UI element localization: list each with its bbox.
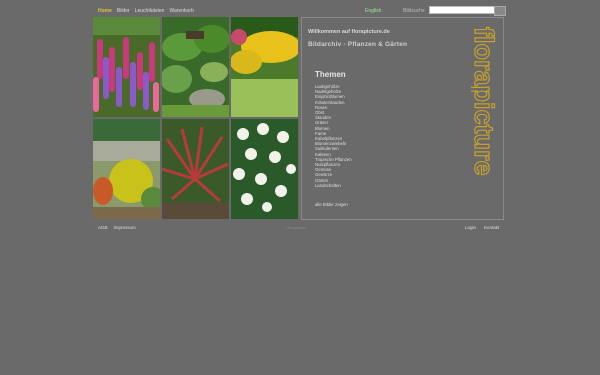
footer-right-links: Login Kontakt xyxy=(465,225,499,230)
footer-left-links: AGB Impressum xyxy=(98,225,136,230)
photo-red-cordyline[interactable] xyxy=(162,119,229,219)
main-nav: Home Bilder Leuchtkästen Warenkorb xyxy=(98,8,194,14)
photo-yellow-shrubs[interactable] xyxy=(231,17,298,117)
photo-japanese-garden[interactable] xyxy=(162,17,229,117)
photo-conifer-garden[interactable] xyxy=(93,119,160,219)
footer-agb-link[interactable]: AGB xyxy=(98,225,108,230)
search-label: Bildsuche xyxy=(403,8,425,14)
photo-white-dogwood[interactable] xyxy=(231,119,298,219)
photo-grid xyxy=(93,17,298,220)
footer-login-link[interactable]: Login xyxy=(465,225,476,230)
all-pictures-link[interactable]: alle Bilder zeigen xyxy=(315,202,348,207)
nav-bilder[interactable]: Bilder xyxy=(117,8,130,14)
footer-kontakt-link[interactable]: Kontakt xyxy=(484,225,499,230)
search-input[interactable] xyxy=(429,6,495,14)
footer-copyright: © florapicture xyxy=(285,226,306,230)
photo-lupins[interactable] xyxy=(93,17,160,117)
themes-list: Laubgehölze Nadelgehölze Einjahrsblumen … xyxy=(315,84,352,188)
nav-home[interactable]: Home xyxy=(98,8,112,14)
language-link[interactable]: English xyxy=(365,8,381,14)
nav-warenkorb[interactable]: Warenkorb xyxy=(169,8,193,14)
themes-heading: Themen xyxy=(315,70,346,79)
svg-text:florapicture: florapicture xyxy=(471,27,499,176)
search-button[interactable] xyxy=(494,6,506,16)
footer-impressum-link[interactable]: Impressum xyxy=(114,225,136,230)
brand-logo: florapicture xyxy=(471,26,500,176)
page-subtitle: Bildarchiv - Pflanzen & Gärten xyxy=(308,41,408,48)
welcome-text: Willkommen auf florapicture.de xyxy=(308,29,390,35)
theme-link[interactable]: Landschaften xyxy=(315,183,352,188)
welcome-panel: Willkommen auf florapicture.de Bildarchi… xyxy=(301,17,504,220)
nav-leuchtkaesten[interactable]: Leuchtkästen xyxy=(135,8,165,14)
